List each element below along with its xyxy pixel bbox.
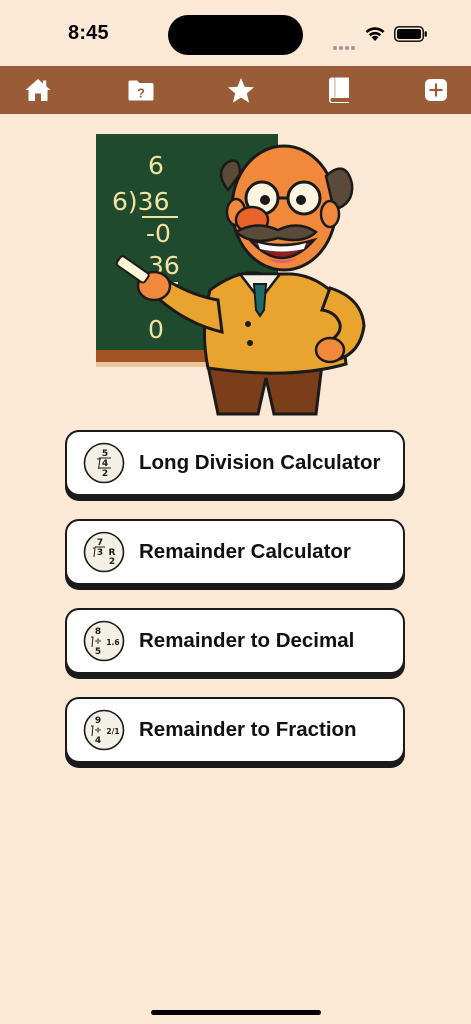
svg-text:2/1: 2/1	[106, 727, 119, 736]
svg-text:9: 9	[95, 716, 101, 726]
teacher-illustration: 6 6)36 -0 36 0	[90, 128, 380, 418]
svg-text:6)36: 6)36	[112, 187, 169, 216]
status-bar: 8:45	[0, 0, 471, 66]
remainder-to-decimal-button[interactable]: 8 ÷ 5 1.6 Remainder to Decimal	[65, 608, 405, 674]
book-icon	[329, 77, 349, 103]
svg-text:8: 8	[95, 627, 101, 637]
svg-text:4: 4	[95, 736, 101, 746]
svg-text:5: 5	[95, 647, 101, 657]
add-button[interactable]	[411, 66, 461, 114]
question-folder-icon: ?	[128, 80, 154, 101]
teacher-chalkboard-image: 6 6)36 -0 36 0	[96, 134, 366, 416]
remainder-fraction-icon: 9 ÷ 4 2/1	[83, 709, 125, 751]
app-screen: 8:45 ? 6 6)36 -0 36 0 5 4 2 Long Divisio…	[0, 0, 471, 1024]
battery-icon	[394, 26, 427, 42]
remainder-calculator-button[interactable]: 7 3 R 2 Remainder Calculator	[65, 519, 405, 585]
svg-text:?: ?	[137, 86, 145, 101]
long-division-calculator-label: Long Division Calculator	[139, 451, 381, 474]
long-division-calculator-button[interactable]: 5 4 2 Long Division Calculator	[65, 430, 405, 496]
svg-text:-0: -0	[146, 219, 171, 248]
long-division-icon: 5 4 2	[83, 442, 125, 484]
home-button[interactable]	[13, 66, 63, 114]
remainder-decimal-icon: 8 ÷ 5 1.6	[83, 620, 125, 662]
remainder-icon: 7 3 R 2	[83, 531, 125, 573]
remainder-to-fraction-button[interactable]: 9 ÷ 4 2/1 Remainder to Fraction	[65, 697, 405, 763]
cellular-signal-icon	[333, 37, 357, 55]
home-indicator[interactable]	[151, 1010, 321, 1015]
star-icon	[228, 77, 254, 103]
help-button[interactable]: ?	[116, 66, 166, 114]
guide-button[interactable]	[315, 66, 365, 114]
svg-text:÷: ÷	[94, 726, 102, 736]
svg-text:÷: ÷	[94, 637, 102, 647]
remainder-calculator-label: Remainder Calculator	[139, 540, 351, 563]
status-time: 8:45	[68, 22, 109, 44]
svg-text:2: 2	[102, 469, 108, 479]
dynamic-island	[168, 15, 303, 55]
svg-text:0: 0	[148, 315, 164, 344]
favorites-button[interactable]	[216, 66, 266, 114]
svg-text:1.6: 1.6	[106, 638, 119, 647]
svg-text:3: 3	[97, 548, 103, 558]
svg-text:2: 2	[109, 557, 115, 567]
svg-text:6: 6	[148, 151, 164, 180]
wifi-icon	[365, 27, 385, 41]
plus-square-icon	[425, 79, 447, 101]
remainder-to-decimal-label: Remainder to Decimal	[139, 629, 355, 652]
house-icon	[25, 79, 51, 101]
top-toolbar: ?	[0, 66, 471, 114]
remainder-to-fraction-label: Remainder to Fraction	[139, 718, 357, 741]
